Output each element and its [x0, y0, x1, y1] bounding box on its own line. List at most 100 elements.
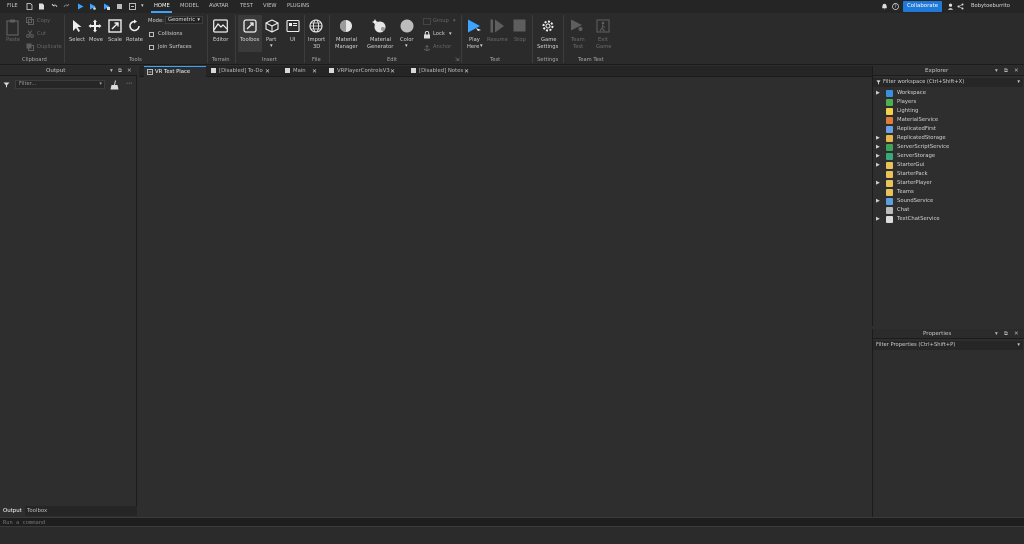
- more-options-icon[interactable]: ⋯: [126, 80, 132, 87]
- tab-plugins[interactable]: PLUGINS: [287, 3, 309, 9]
- redo-icon[interactable]: [63, 3, 70, 10]
- duplicate-label[interactable]: Duplicate: [37, 44, 62, 50]
- run-icon[interactable]: [103, 3, 110, 10]
- output-filter-input[interactable]: Filter... ▾: [15, 80, 105, 89]
- lock-icon[interactable]: [423, 31, 431, 39]
- explorer-filter-input[interactable]: Filter workspace (Ctrl+Shift+X) ▾: [873, 78, 1023, 87]
- game-settings-button-line1[interactable]: Game: [541, 37, 556, 44]
- ui-icon[interactable]: [286, 19, 300, 33]
- collisions-label[interactable]: Collisions: [158, 31, 182, 37]
- play-dropdown-chevron-icon[interactable]: ▾: [480, 43, 483, 50]
- select-tool-button[interactable]: Select: [69, 37, 85, 44]
- tab-avatar[interactable]: AVATAR: [209, 3, 229, 9]
- new-file-icon[interactable]: [26, 3, 33, 10]
- panel-menu-chevron-icon[interactable]: ▾: [995, 331, 998, 337]
- close-icon[interactable]: ✕: [1014, 68, 1019, 74]
- tab-test[interactable]: TEST: [240, 3, 253, 9]
- explorer-item-replicatedfirst[interactable]: ReplicatedFirst: [876, 125, 1016, 134]
- gear-icon[interactable]: [541, 19, 555, 33]
- panel-menu-chevron-icon[interactable]: ▾: [110, 68, 113, 74]
- properties-filter-input[interactable]: Filter Properties (Ctrl+Shift+P) ▾: [873, 341, 1023, 350]
- close-icon[interactable]: ✕: [127, 68, 132, 74]
- group-dropdown-chevron-icon[interactable]: ▾: [453, 18, 456, 24]
- tab-disabled-to-do[interactable]: [Disabled] To-Do ✕: [208, 66, 274, 77]
- expand-arrow-icon[interactable]: ▶: [876, 161, 880, 170]
- explorer-item-materialservice[interactable]: MaterialService: [876, 116, 1016, 125]
- editor-viewport[interactable]: [139, 77, 872, 517]
- explorer-item-replicatedstorage[interactable]: ▶ ReplicatedStorage: [876, 134, 1016, 143]
- resume-icon[interactable]: [490, 19, 505, 33]
- tab-vr-test-place[interactable]: VR Test Place: [144, 66, 206, 77]
- undo-icon[interactable]: [51, 3, 58, 10]
- group-icon[interactable]: [423, 18, 431, 25]
- explorer-item-chat[interactable]: Chat: [876, 206, 1016, 215]
- tab-vrplayercontrolsv3[interactable]: VRPlayerControlsV3 ✕: [326, 66, 400, 77]
- material-manager-icon[interactable]: [339, 19, 353, 33]
- tab-home[interactable]: HOME: [154, 3, 170, 9]
- terrain-editor-button[interactable]: Editor: [213, 37, 228, 44]
- close-tab-icon[interactable]: ✕: [464, 66, 469, 77]
- filter-funnel-icon[interactable]: [3, 82, 10, 88]
- lock-dropdown-chevron-icon[interactable]: ▾: [449, 31, 452, 37]
- explorer-item-startergui[interactable]: ▶ StarterGui: [876, 161, 1016, 170]
- test-mode-icon[interactable]: [129, 3, 136, 10]
- part-cube-icon[interactable]: [265, 19, 279, 33]
- undock-icon[interactable]: ⧉: [1004, 331, 1008, 338]
- paste-icon[interactable]: [6, 19, 21, 36]
- team-test-icon[interactable]: [570, 19, 584, 33]
- explorer-item-serverscriptservice[interactable]: ▶ ServerScriptService: [876, 143, 1016, 152]
- notification-bell-icon[interactable]: [881, 3, 888, 10]
- stop-button[interactable]: Stop: [514, 37, 526, 44]
- tab-main[interactable]: Main ✕: [282, 66, 322, 77]
- tab-view[interactable]: VIEW: [263, 3, 277, 9]
- import-3d-globe-icon[interactable]: [309, 19, 323, 33]
- explorer-item-teams[interactable]: Teams: [876, 188, 1016, 197]
- edit-group-expand-icon[interactable]: ⇲: [455, 57, 459, 63]
- mode-dropdown[interactable]: Geometric ▾: [165, 16, 203, 24]
- material-manager-button-line2[interactable]: Manager: [335, 44, 358, 51]
- terrain-editor-icon[interactable]: [213, 19, 228, 33]
- username-label[interactable]: Bobytoeburrito: [971, 3, 1010, 9]
- explorer-item-players[interactable]: Players: [876, 98, 1016, 107]
- output-tab[interactable]: Output: [0, 506, 25, 516]
- explorer-item-lighting[interactable]: Lighting: [876, 107, 1016, 116]
- color-swatch-icon[interactable]: [400, 19, 414, 33]
- import-3d-button-line2[interactable]: 3D: [313, 44, 320, 51]
- part-dropdown-chevron-icon[interactable]: ▾: [270, 43, 273, 50]
- undock-icon[interactable]: ⧉: [118, 68, 122, 75]
- copy-icon[interactable]: [26, 17, 34, 25]
- material-generator-icon[interactable]: [372, 18, 388, 33]
- play-icon[interactable]: [77, 3, 84, 10]
- play-here-button-line1[interactable]: Play: [469, 37, 480, 44]
- scale-tool-button[interactable]: Scale: [108, 37, 122, 44]
- collisions-checkbox[interactable]: [149, 32, 154, 37]
- panel-menu-chevron-icon[interactable]: ▾: [995, 68, 998, 74]
- collaborate-button[interactable]: Collaborate: [903, 1, 942, 12]
- close-tab-icon[interactable]: ✕: [390, 66, 395, 77]
- cut-icon[interactable]: [26, 30, 34, 38]
- stop-icon[interactable]: [513, 19, 526, 32]
- file-menu[interactable]: FILE: [7, 3, 18, 9]
- close-tab-icon[interactable]: ✕: [265, 66, 270, 77]
- team-test-button-line1[interactable]: Team: [571, 37, 585, 44]
- resume-button[interactable]: Resume: [487, 37, 508, 44]
- rotate-tool-button[interactable]: Rotate: [126, 37, 143, 44]
- toolbox-tab[interactable]: Toolbox: [24, 506, 50, 516]
- copy-label[interactable]: Copy: [37, 18, 50, 24]
- ui-button[interactable]: UI: [290, 37, 295, 44]
- explorer-item-serverstorage[interactable]: ▶ ServerStorage: [876, 152, 1016, 161]
- explorer-item-starterplayer[interactable]: ▶ StarterPlayer: [876, 179, 1016, 188]
- game-settings-button-line2[interactable]: Settings: [537, 44, 558, 51]
- toolbox-button[interactable]: Toolbox: [240, 37, 259, 44]
- rotate-icon[interactable]: [128, 19, 142, 33]
- explorer-item-soundservice[interactable]: ▶ SoundService: [876, 197, 1016, 206]
- anchor-label[interactable]: Anchor: [433, 44, 451, 50]
- expand-arrow-icon[interactable]: ▶: [876, 197, 880, 206]
- material-manager-button-line1[interactable]: Material: [336, 37, 357, 44]
- explorer-item-starterpack[interactable]: StarterPack: [876, 170, 1016, 179]
- clear-output-broom-icon[interactable]: [110, 80, 119, 90]
- play-here-icon[interactable]: [467, 19, 482, 33]
- help-icon[interactable]: ?: [892, 3, 899, 10]
- join-surfaces-label[interactable]: Join Surfaces: [158, 44, 192, 50]
- join-surfaces-checkbox[interactable]: [149, 45, 154, 50]
